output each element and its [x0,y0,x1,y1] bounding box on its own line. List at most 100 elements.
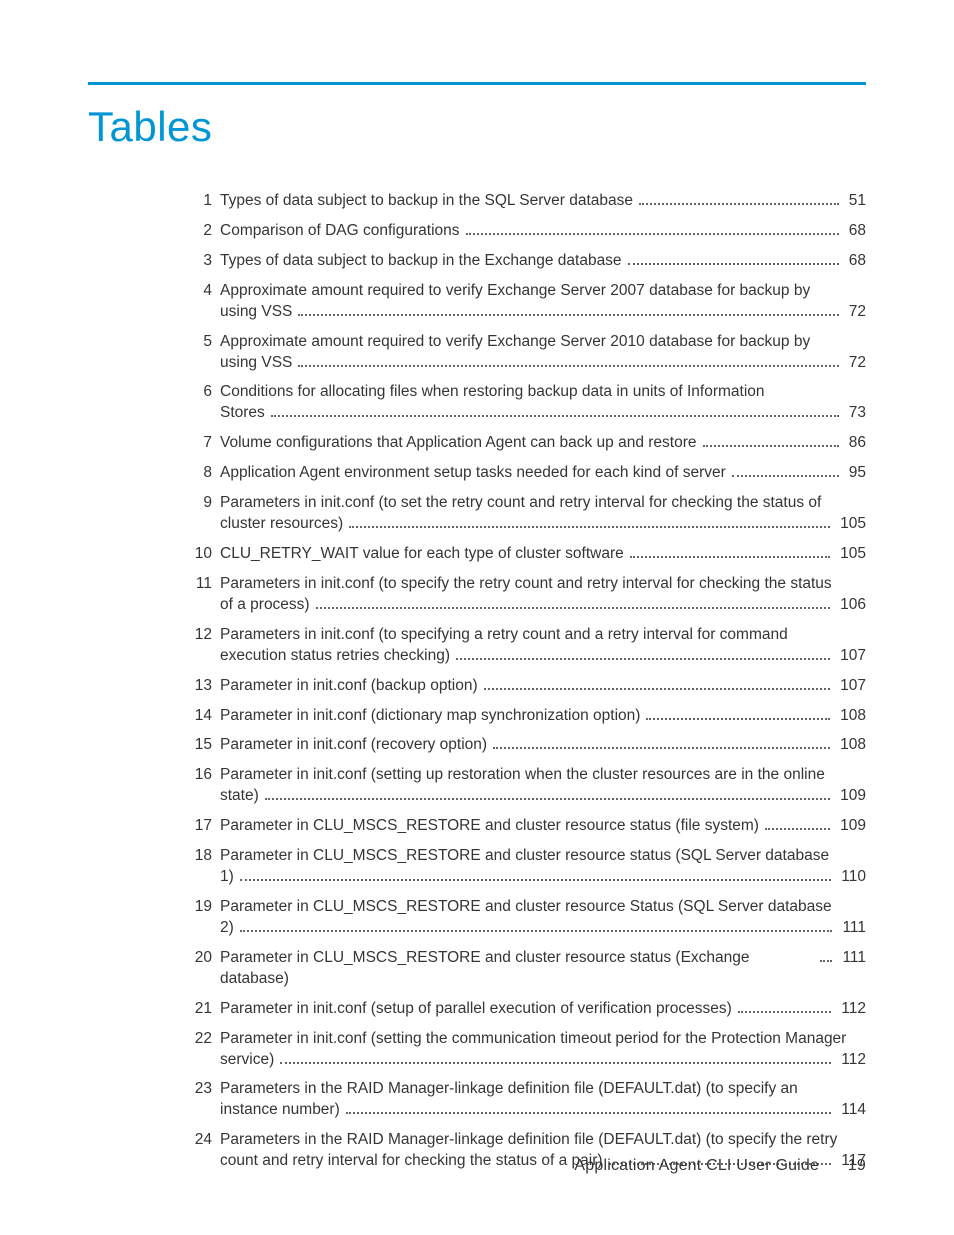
dot-leader [738,1011,832,1013]
dot-leader [703,445,839,447]
toc-entry-page: 68 [845,251,866,272]
toc-entry-title: Comparison of DAG configurations [220,221,460,242]
toc-entry-page: 112 [837,999,866,1020]
toc-entry-title-line1: Parameters in the RAID Manager-linkage d… [220,1130,866,1151]
toc-entry-page: 107 [836,646,866,667]
toc-entry-body: Approximate amount required to verify Ex… [220,281,866,323]
toc-entry-leader-line: Application Agent environment setup task… [220,463,866,484]
toc-entry-body: Parameters in init.conf (to specifying a… [220,625,866,667]
toc-entry-title-line1: Parameter in CLU_MSCS_RESTORE and cluste… [220,846,866,867]
toc-entry-number: 15 [178,735,220,756]
toc-entry-leader-line: Comparison of DAG configurations68 [220,221,866,242]
toc-entry-title-line1: Parameters in init.conf (to specify the … [220,574,866,595]
toc-entry-title-line1: Parameter in init.conf (setting the comm… [220,1029,866,1050]
toc-entry: 17Parameter in CLU_MSCS_RESTORE and clus… [178,816,866,837]
toc-entry: 5Approximate amount required to verify E… [178,332,866,374]
toc-entry-body: Types of data subject to backup in the S… [220,191,866,212]
toc-entry: 4Approximate amount required to verify E… [178,281,866,323]
toc-entry-title-line2: of a process) [220,595,310,616]
toc-entry-leader-line: 2)111 [220,918,866,939]
toc-entry-number: 12 [178,625,220,646]
toc-entry-leader-line: Parameter in init.conf (recovery option)… [220,735,866,756]
toc-entry-page: 73 [845,403,866,424]
toc-entry-number: 17 [178,816,220,837]
toc-entry-number: 14 [178,706,220,727]
toc-entry-page: 110 [837,867,866,888]
toc-entry-number: 3 [178,251,220,272]
toc-entry: 18Parameter in CLU_MSCS_RESTORE and clus… [178,846,866,888]
toc-entry-title-line2: using VSS [220,353,292,374]
toc-entry-leader-line: Volume configurations that Application A… [220,433,866,454]
top-rule [88,82,866,85]
toc-entry-body: Parameters in init.conf (to specify the … [220,574,866,616]
page-footer: Application Agent CLI User Guide 19 [574,1157,866,1175]
toc-entry-body: Conditions for allocating files when res… [220,382,866,424]
toc-entry-body: Parameter in init.conf (recovery option)… [220,735,866,756]
dot-leader [493,747,830,749]
toc-entry-page: 72 [845,353,866,374]
toc-entry-body: Parameter in CLU_MSCS_RESTORE and cluste… [220,897,866,939]
toc-entry-number: 1 [178,191,220,212]
toc-entry-number: 4 [178,281,220,302]
toc-entry-leader-line: Parameter in init.conf (dictionary map s… [220,706,866,727]
toc-entry-page: 86 [845,433,866,454]
dot-leader [298,314,838,316]
toc-entry-title-line1: Approximate amount required to verify Ex… [220,332,866,353]
dot-leader [732,475,839,477]
dot-leader [456,658,830,660]
toc-entry-title-line1: Parameters in init.conf (to set the retr… [220,493,866,514]
footer-label: Application Agent CLI User Guide [574,1157,819,1174]
toc-entry-title-line1: Parameters in init.conf (to specifying a… [220,625,866,646]
dot-leader [646,718,830,720]
toc-entry-number: 18 [178,846,220,867]
toc-entry-body: Parameter in init.conf (setting the comm… [220,1029,866,1071]
toc-entry-title: Types of data subject to backup in the E… [220,251,622,272]
dot-leader [316,607,831,609]
toc-entry-page: 105 [836,544,866,565]
toc-entry: 20Parameter in CLU_MSCS_RESTORE and clus… [178,948,866,990]
toc-entry: 10CLU_RETRY_WAIT value for each type of … [178,544,866,565]
toc-entry-title-line2: execution status retries checking) [220,646,450,667]
toc-entry-title-line2: state) [220,786,259,807]
toc-entry-body: Parameter in init.conf (dictionary map s… [220,706,866,727]
toc-entry-number: 22 [178,1029,220,1050]
toc-entry-page: 111 [838,948,866,969]
toc-entry-page: 109 [836,816,866,837]
dot-leader [265,798,830,800]
dot-leader [298,365,838,367]
toc-entry-title-line2: service) [220,1050,274,1071]
toc-entry-leader-line: Types of data subject to backup in the S… [220,191,866,212]
page: Tables 1Types of data subject to backup … [0,0,954,1235]
toc-entry-leader-line: Stores 73 [220,403,866,424]
toc-entry-page: 51 [845,191,866,212]
toc-entry-number: 19 [178,897,220,918]
toc-entry-leader-line: cluster resources)105 [220,514,866,535]
toc-entry-body: Parameters in the RAID Manager-linkage d… [220,1079,866,1121]
toc-entry-title: Volume configurations that Application A… [220,433,697,454]
toc-entry-leader-line: Parameter in CLU_MSCS_RESTORE and cluste… [220,948,866,990]
toc-entry-title-line1: Parameter in CLU_MSCS_RESTORE and cluste… [220,897,866,918]
toc-entry: 19Parameter in CLU_MSCS_RESTORE and clus… [178,897,866,939]
toc-entry-title: Parameter in init.conf (backup option) [220,676,478,697]
toc-entry-number: 2 [178,221,220,242]
toc-entry-title-line2: Stores [220,403,265,424]
toc-entry-number: 24 [178,1130,220,1151]
toc-entry: 21Parameter in init.conf (setup of paral… [178,999,866,1020]
dot-leader [349,526,830,528]
toc-entry-leader-line: 1)110 [220,867,866,888]
toc-entry-title: Parameter in init.conf (recovery option) [220,735,487,756]
footer-page-number: 19 [848,1157,866,1174]
toc-entry-number: 8 [178,463,220,484]
toc-entry-number: 23 [178,1079,220,1100]
dot-leader [346,1112,832,1114]
toc-entry-page: 112 [837,1050,866,1071]
toc-entry-title: Parameter in init.conf (dictionary map s… [220,706,640,727]
toc-entry-leader-line: state)109 [220,786,866,807]
toc-entry: 23Parameters in the RAID Manager-linkage… [178,1079,866,1121]
toc-entry-title-line2: using VSS [220,302,292,323]
dot-leader [765,828,830,830]
toc-entry-body: CLU_RETRY_WAIT value for each type of cl… [220,544,866,565]
toc-entry-number: 7 [178,433,220,454]
toc-entry-body: Types of data subject to backup in the E… [220,251,866,272]
toc-entry-number: 20 [178,948,220,969]
